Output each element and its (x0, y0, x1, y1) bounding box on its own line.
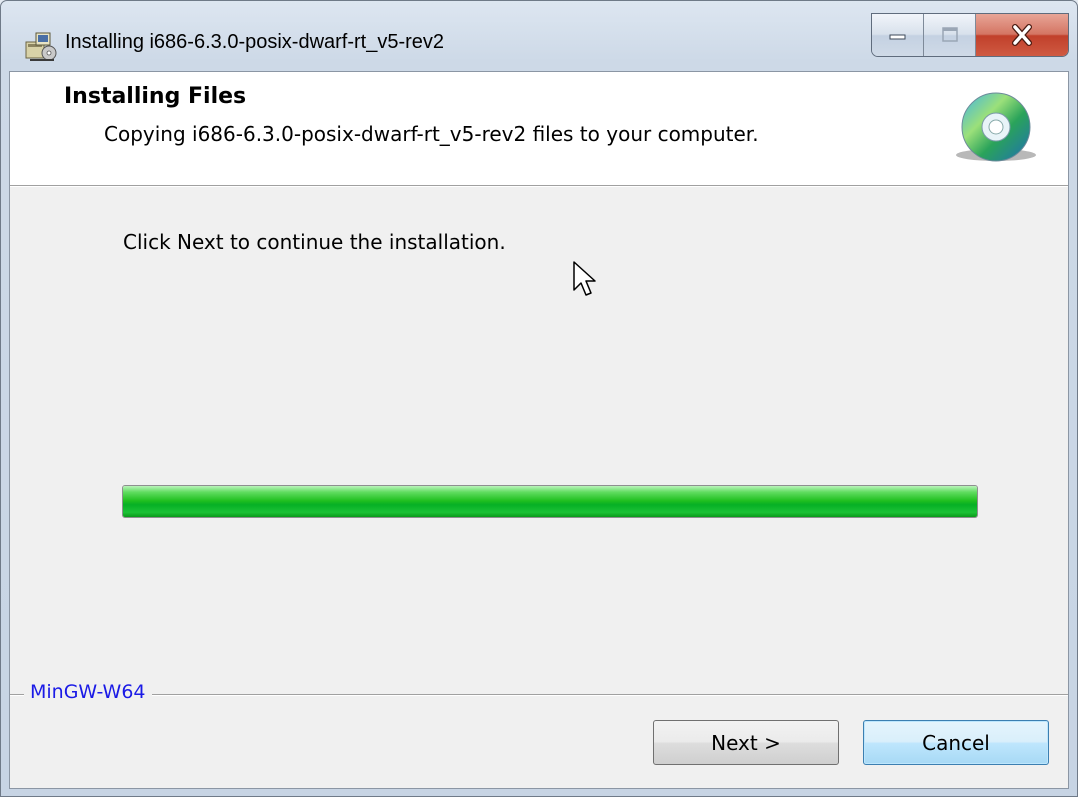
progress-fill (123, 486, 977, 517)
cd-disc-icon (956, 92, 1036, 162)
caption-buttons (871, 13, 1069, 57)
installer-window: Installing i686-6.3.0-posix-dwarf-rt_v5-… (0, 0, 1078, 797)
brand-label: MinGW-W64 (24, 681, 152, 703)
next-button[interactable]: Next > (653, 720, 839, 765)
maximize-icon (941, 27, 958, 42)
installer-icon (25, 32, 57, 61)
instruction-text: Click Next to continue the installation. (123, 230, 506, 254)
cancel-button[interactable]: Cancel (863, 720, 1049, 765)
footer-divider (10, 694, 1068, 695)
install-progress-bar (122, 485, 978, 518)
page-title: Installing Files (64, 84, 247, 109)
close-icon (1012, 24, 1032, 46)
window-title: Installing i686-6.3.0-posix-dwarf-rt_v5-… (65, 31, 445, 53)
close-button[interactable] (976, 14, 1068, 56)
page-subtitle: Copying i686-6.3.0-posix-dwarf-rt_v5-rev… (104, 122, 759, 146)
maximize-button[interactable] (924, 14, 976, 56)
dialog-client-area: Installing Files Copying i686-6.3.0-posi… (9, 71, 1069, 789)
mouse-cursor-icon (573, 261, 596, 296)
wizard-header: Installing Files Copying i686-6.3.0-posi… (10, 72, 1068, 186)
title-bar[interactable]: Installing i686-6.3.0-posix-dwarf-rt_v5-… (1, 1, 1077, 71)
minimize-icon (889, 34, 905, 40)
minimize-button[interactable] (872, 14, 924, 56)
